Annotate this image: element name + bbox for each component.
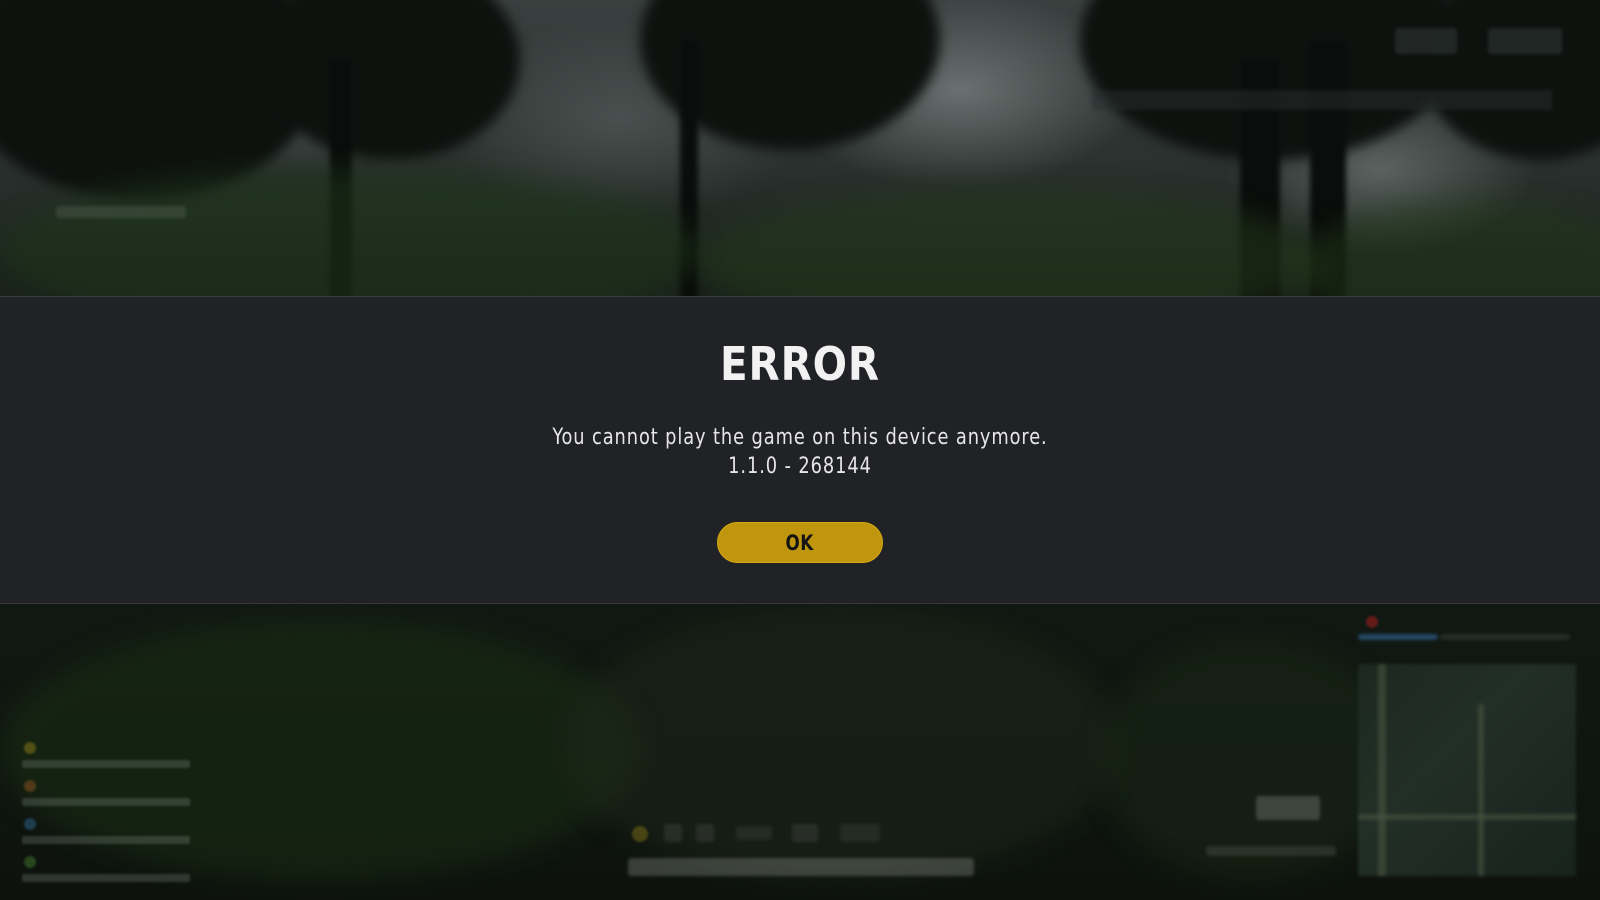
- error-message: You cannot play the game on this device …: [552, 425, 1048, 450]
- ok-button-label: OK: [785, 531, 815, 555]
- minimap: [1358, 664, 1576, 876]
- error-title: ERROR: [720, 337, 880, 391]
- ok-button[interactable]: OK: [717, 522, 883, 563]
- error-message-block: You cannot play the game on this device …: [0, 423, 1600, 481]
- version-label: 1.1.0 - 268144: [728, 454, 872, 479]
- error-dialog: ERROR You cannot play the game on this d…: [0, 296, 1600, 604]
